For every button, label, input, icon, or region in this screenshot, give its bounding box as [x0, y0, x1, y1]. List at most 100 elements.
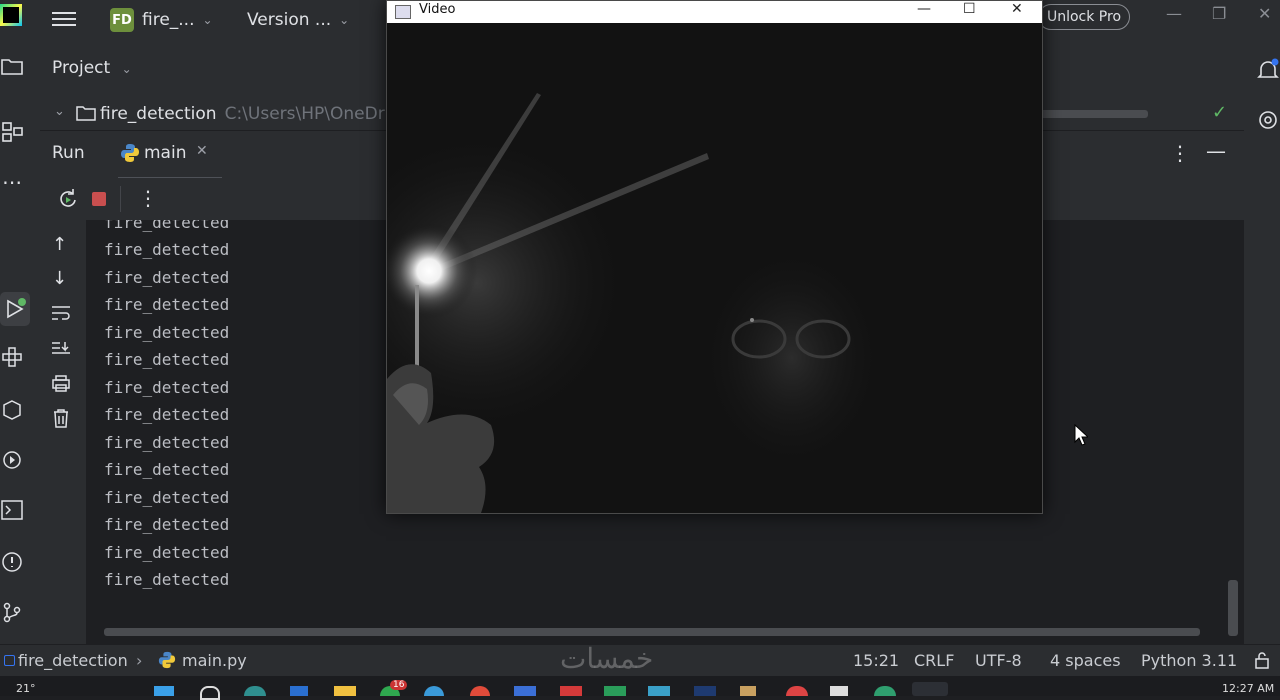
app-icon[interactable] [560, 686, 582, 696]
main-menu-icon[interactable] [52, 8, 76, 30]
python-packages-icon[interactable] [0, 398, 24, 422]
python-file-icon [120, 143, 140, 167]
hide-panel-icon[interactable]: — [1206, 139, 1226, 163]
services-icon[interactable] [0, 448, 24, 472]
soft-wrap-icon[interactable] [51, 304, 71, 326]
video-window-titlebar[interactable]: Video — ☐ ✕ [387, 1, 1042, 23]
close-icon[interactable]: ✕ [1011, 1, 1023, 17]
file-encoding[interactable]: UTF-8 [975, 651, 1022, 670]
more-tools-icon[interactable]: ⋯ [0, 170, 24, 194]
console-line: fire_detected [104, 570, 230, 589]
app-icon[interactable] [874, 686, 896, 696]
options-menu-icon[interactable]: ⋮ [1170, 141, 1190, 165]
webcam-frame-image [387, 23, 1042, 513]
more-actions-icon[interactable]: ⋮ [138, 186, 158, 210]
scroll-to-end-icon[interactable] [51, 340, 71, 362]
app-icon[interactable] [740, 686, 756, 696]
console-line: fire_detected [104, 350, 230, 369]
project-panel-title[interactable]: Project ⌄ [52, 58, 132, 78]
print-icon[interactable] [51, 374, 71, 396]
caret-position[interactable]: 15:21 [853, 651, 899, 670]
terminal-icon[interactable] [0, 498, 24, 522]
notifications-icon[interactable] [1256, 58, 1280, 86]
problems-icon[interactable] [0, 550, 24, 574]
python-file-icon [158, 651, 176, 673]
app-icon[interactable] [786, 686, 808, 696]
breadcrumb-project[interactable]: fire_detection [18, 651, 128, 670]
weather-temp[interactable]: 21° [16, 682, 36, 695]
vcs-switcher[interactable]: Version ... ⌄ [247, 6, 349, 34]
restore-icon[interactable]: ❐ [1212, 4, 1226, 23]
console-line: fire_detected [104, 460, 230, 479]
start-icon[interactable] [154, 686, 174, 696]
project-root-path: C:\Users\HP\OneDriv [224, 104, 400, 124]
python-console-icon[interactable] [0, 345, 24, 369]
stop-icon[interactable] [92, 192, 106, 206]
console-line: fire_detected [104, 295, 230, 314]
app-icon[interactable] [830, 686, 848, 696]
console-line: fire_detected [104, 488, 230, 507]
console-line: fire_detected [104, 515, 230, 534]
app-icon[interactable] [290, 686, 308, 696]
project-switcher-label: fire_... [142, 10, 195, 30]
chevron-down-icon: ⌄ [202, 13, 213, 27]
line-separator[interactable]: CRLF [914, 651, 954, 670]
console-line: fire_detected [104, 220, 230, 232]
structure-icon[interactable] [0, 120, 24, 144]
console-gutter: ↑ ↓ [40, 220, 86, 644]
trash-icon[interactable] [52, 408, 70, 432]
app-icon[interactable] [694, 686, 716, 696]
watermark-logo: خمسات [560, 642, 654, 675]
lock-icon[interactable] [1254, 651, 1270, 673]
vcs-switcher-label: Version ... [247, 10, 332, 30]
video-frame [387, 23, 1042, 513]
expand-chevron-icon[interactable]: ⌄ [54, 104, 65, 119]
search-icon[interactable] [200, 686, 220, 700]
project-panel-title-text: Project [52, 58, 111, 78]
file-explorer-icon[interactable] [334, 686, 356, 696]
arrow-up-icon[interactable]: ↑ [52, 234, 67, 255]
app-icon[interactable] [648, 686, 670, 696]
git-icon[interactable] [0, 600, 24, 624]
notification-badge: 16 [390, 680, 408, 690]
video-window-title: Video [419, 2, 456, 17]
maximize-icon[interactable]: ☐ [963, 1, 976, 17]
pycharm-logo-icon[interactable] [0, 4, 22, 26]
unlock-pro-button[interactable]: Unlock Pro [1038, 4, 1130, 30]
console-line: fire_detected [104, 378, 230, 397]
chrome-icon[interactable] [470, 686, 490, 696]
app-icon[interactable] [604, 686, 626, 696]
ai-assistant-icon[interactable] [1256, 108, 1280, 136]
console-line: fire_detected [104, 268, 230, 287]
arrow-down-icon[interactable]: ↓ [52, 268, 67, 289]
project-hscroll[interactable] [1040, 110, 1148, 118]
console-line: fire_detected [104, 405, 230, 424]
toolbar-divider [120, 186, 121, 212]
pycharm-taskbar-icon[interactable] [912, 682, 948, 696]
project-switcher[interactable]: FD fire_... ⌄ [110, 6, 213, 34]
run-tool-icon[interactable] [0, 292, 30, 326]
rerun-icon[interactable] [56, 188, 78, 214]
window-icon [395, 5, 411, 19]
app-icon[interactable] [514, 686, 536, 696]
breadcrumb-file[interactable]: main.py [182, 651, 247, 670]
app-icon[interactable] [424, 686, 444, 696]
tab-main[interactable]: main ✕ [118, 131, 222, 180]
right-tool-strip [1244, 40, 1280, 644]
folder-icon[interactable] [0, 54, 24, 78]
close-tab-icon[interactable]: ✕ [196, 143, 208, 159]
video-window[interactable]: Video — ☐ ✕ [386, 0, 1043, 514]
check-icon: ✓ [1212, 102, 1228, 123]
app-icon[interactable] [244, 686, 266, 696]
module-icon [4, 655, 15, 666]
console-vscroll[interactable] [1228, 580, 1238, 636]
console-hscroll[interactable] [104, 628, 1200, 636]
python-interpreter[interactable]: Python 3.11 [1141, 651, 1237, 670]
minimize-icon[interactable]: — [1166, 4, 1182, 23]
minimize-icon[interactable]: — [917, 1, 931, 17]
indent-setting[interactable]: 4 spaces [1050, 651, 1121, 670]
console-line: fire_detected [104, 240, 230, 259]
chevron-down-icon: ⌄ [121, 62, 132, 76]
close-icon[interactable]: ✕ [1258, 4, 1271, 23]
breadcrumb-separator-icon: › [136, 651, 143, 670]
